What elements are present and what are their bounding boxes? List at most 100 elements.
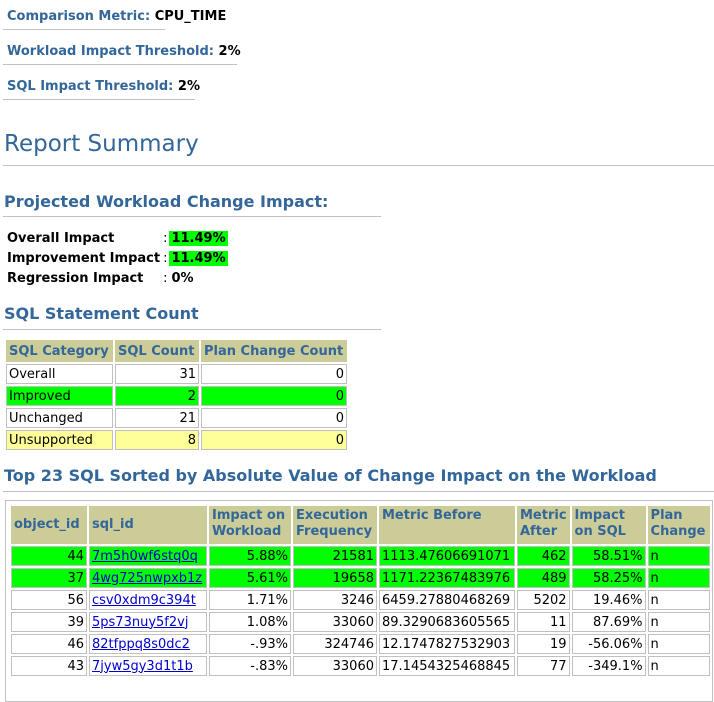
column-header: object_id [11,506,87,544]
workload-threshold-label: Workload Impact Threshold: [7,44,214,59]
improvement-impact-label: Improvement Impact [7,250,161,266]
comparison-metric-label: Comparison Metric: [7,9,151,24]
impact-sql-cell: -349.1% [571,656,646,676]
sql-id-link[interactable]: 82tfppq8s0dc2 [92,637,190,652]
sql-id-link[interactable]: 5ps73nuy5f2vj [92,615,188,630]
regression-impact-value: 0% [171,270,194,286]
count-cell: 21 [115,408,199,428]
table-row: 43 7jyw5gy3d1t1b -.83% 33060 17.14543254… [11,656,710,676]
workload-threshold: Workload Impact Threshold: 2% [7,44,241,59]
table-row: Unchanged 21 0 [6,408,347,428]
count-heading: SQL Statement Count [4,304,199,323]
table-row: Overall 31 0 [6,364,347,384]
metric-before-cell: 1171.22367483976 [379,568,515,588]
object-id-cell: 46 [11,634,87,654]
impact-workload-cell: 1.08% [209,612,291,632]
count-cell: 31 [115,364,199,384]
divider [3,216,381,217]
impact-sql-cell: -56.06% [571,634,646,654]
divider [3,329,381,330]
plan-change-cell: n [647,656,710,676]
sql-id-link[interactable]: 7jyw5gy3d1t1b [92,659,193,674]
impact-sql-cell: 58.51% [571,546,646,566]
metric-after-cell: 462 [517,546,570,566]
impact-sql-cell: 58.25% [571,568,646,588]
category-cell: Unchanged [6,408,113,428]
column-header: Impact on SQL [571,506,646,544]
column-header: SQL Count [115,340,199,362]
impact-workload-cell: -.83% [209,656,291,676]
count-cell: 2 [115,386,199,406]
category-cell: Improved [6,386,113,406]
divider [3,29,165,30]
table-header-row: object_id sql_id Impact on Workload Exec… [11,506,710,544]
metric-before-cell: 12.1747827532903 [379,634,515,654]
exec-frequency-cell: 19658 [293,568,377,588]
metric-after-cell: 489 [517,568,570,588]
column-header: SQL Category [6,340,113,362]
category-cell: Overall [6,364,113,384]
divider [3,64,237,65]
top-sql-heading: Top 23 SQL Sorted by Absolute Value of C… [4,466,657,485]
exec-frequency-cell: 33060 [293,612,377,632]
divider [3,99,195,100]
workload-threshold-value: 2% [218,44,241,59]
object-id-cell: 39 [11,612,87,632]
metric-before-cell: 1113.47606691071 [379,546,515,566]
overall-impact-label: Overall Impact [7,230,115,246]
top-sql-table: object_id sql_id Impact on Workload Exec… [9,504,712,678]
impact-sql-cell: 19.46% [571,590,646,610]
object-id-cell: 37 [11,568,87,588]
metric-after-cell: 19 [517,634,570,654]
exec-frequency-cell: 324746 [293,634,377,654]
impact-sql-cell: 87.69% [571,612,646,632]
impact-row-improvement: Improvement Impact : 11.49% [6,248,229,268]
metric-after-cell: 11 [517,612,570,632]
top-sql-container: object_id sql_id Impact on Workload Exec… [5,500,713,702]
sql-id-link[interactable]: csv0xdm9c394t [92,593,196,608]
column-header: Execution Frequency [293,506,377,544]
plan-change-cell: 0 [201,364,347,384]
column-header: Plan Change Count [201,340,347,362]
sql-count-table: SQL Category SQL Count Plan Change Count… [4,338,349,452]
improvement-impact-value: 11.49% [169,250,228,266]
impact-row-regression: Regression Impact : 0% [6,268,229,288]
exec-frequency-cell: 3246 [293,590,377,610]
plan-change-cell: n [647,634,710,654]
comparison-metric-value: CPU_TIME [154,9,227,24]
metric-before-cell: 89.3290683605565 [379,612,515,632]
regression-impact-label: Regression Impact [7,270,144,286]
metric-before-cell: 17.1454325468845 [379,656,515,676]
exec-frequency-cell: 33060 [293,656,377,676]
metric-after-cell: 77 [517,656,570,676]
overall-impact-value: 11.49% [169,230,228,246]
table-row: 39 5ps73nuy5f2vj 1.08% 33060 89.32906836… [11,612,710,632]
sql-threshold-label: SQL Impact Threshold: [7,79,174,94]
impact-workload-cell: -.93% [209,634,291,654]
impact-table: Overall Impact : 11.49% Improvement Impa… [6,228,229,288]
impact-row-overall: Overall Impact : 11.49% [6,228,229,248]
exec-frequency-cell: 21581 [293,546,377,566]
impact-workload-cell: 5.88% [209,546,291,566]
sql-threshold-value: 2% [177,79,200,94]
divider [3,165,714,166]
table-row: 56 csv0xdm9c394t 1.71% 3246 6459.2788046… [11,590,710,610]
plan-change-cell: n [647,568,710,588]
sql-id-link[interactable]: 4wg725nwpxb1z [92,571,202,586]
plan-change-cell: n [647,546,710,566]
column-header: Metric After [517,506,570,544]
plan-change-cell: 0 [201,408,347,428]
table-row: Improved 2 0 [6,386,347,406]
sql-id-link[interactable]: 7m5h0wf6stq0q [92,549,198,564]
table-row: 46 82tfppq8s0dc2 -.93% 324746 12.1747827… [11,634,710,654]
impact-heading: Projected Workload Change Impact: [4,192,329,211]
object-id-cell: 44 [11,546,87,566]
plan-change-cell: 0 [201,430,347,450]
column-header: sql_id [89,506,207,544]
count-cell: 8 [115,430,199,450]
impact-workload-cell: 1.71% [209,590,291,610]
sql-threshold: SQL Impact Threshold: 2% [7,79,200,94]
impact-workload-cell: 5.61% [209,568,291,588]
table-row: 44 7m5h0wf6stq0q 5.88% 21581 1113.476066… [11,546,710,566]
metric-before-cell: 6459.27880468269 [379,590,515,610]
